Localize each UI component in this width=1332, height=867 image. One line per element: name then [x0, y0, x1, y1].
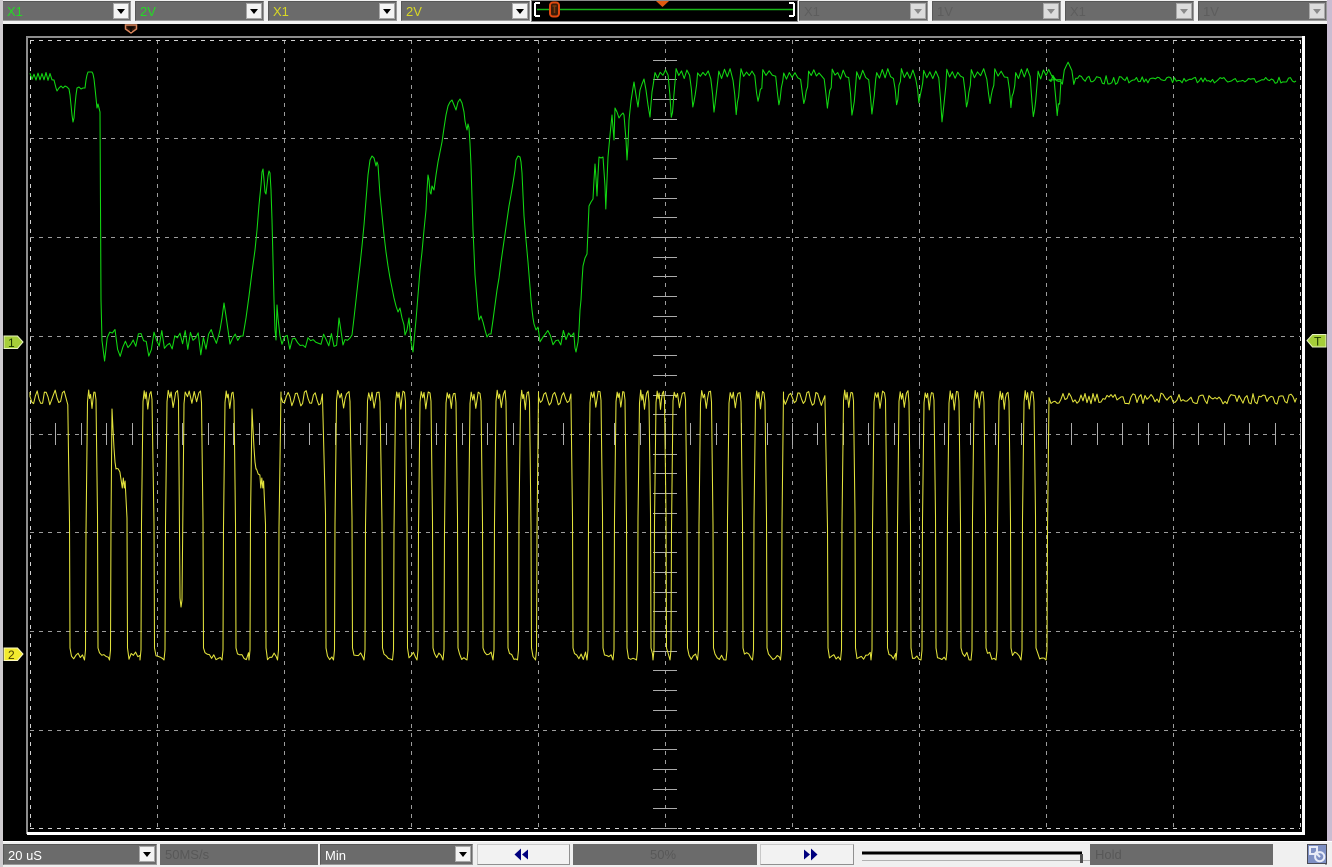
svg-text:2: 2: [8, 648, 15, 662]
svg-text:1: 1: [8, 336, 15, 350]
svg-text:T: T: [1314, 335, 1322, 349]
